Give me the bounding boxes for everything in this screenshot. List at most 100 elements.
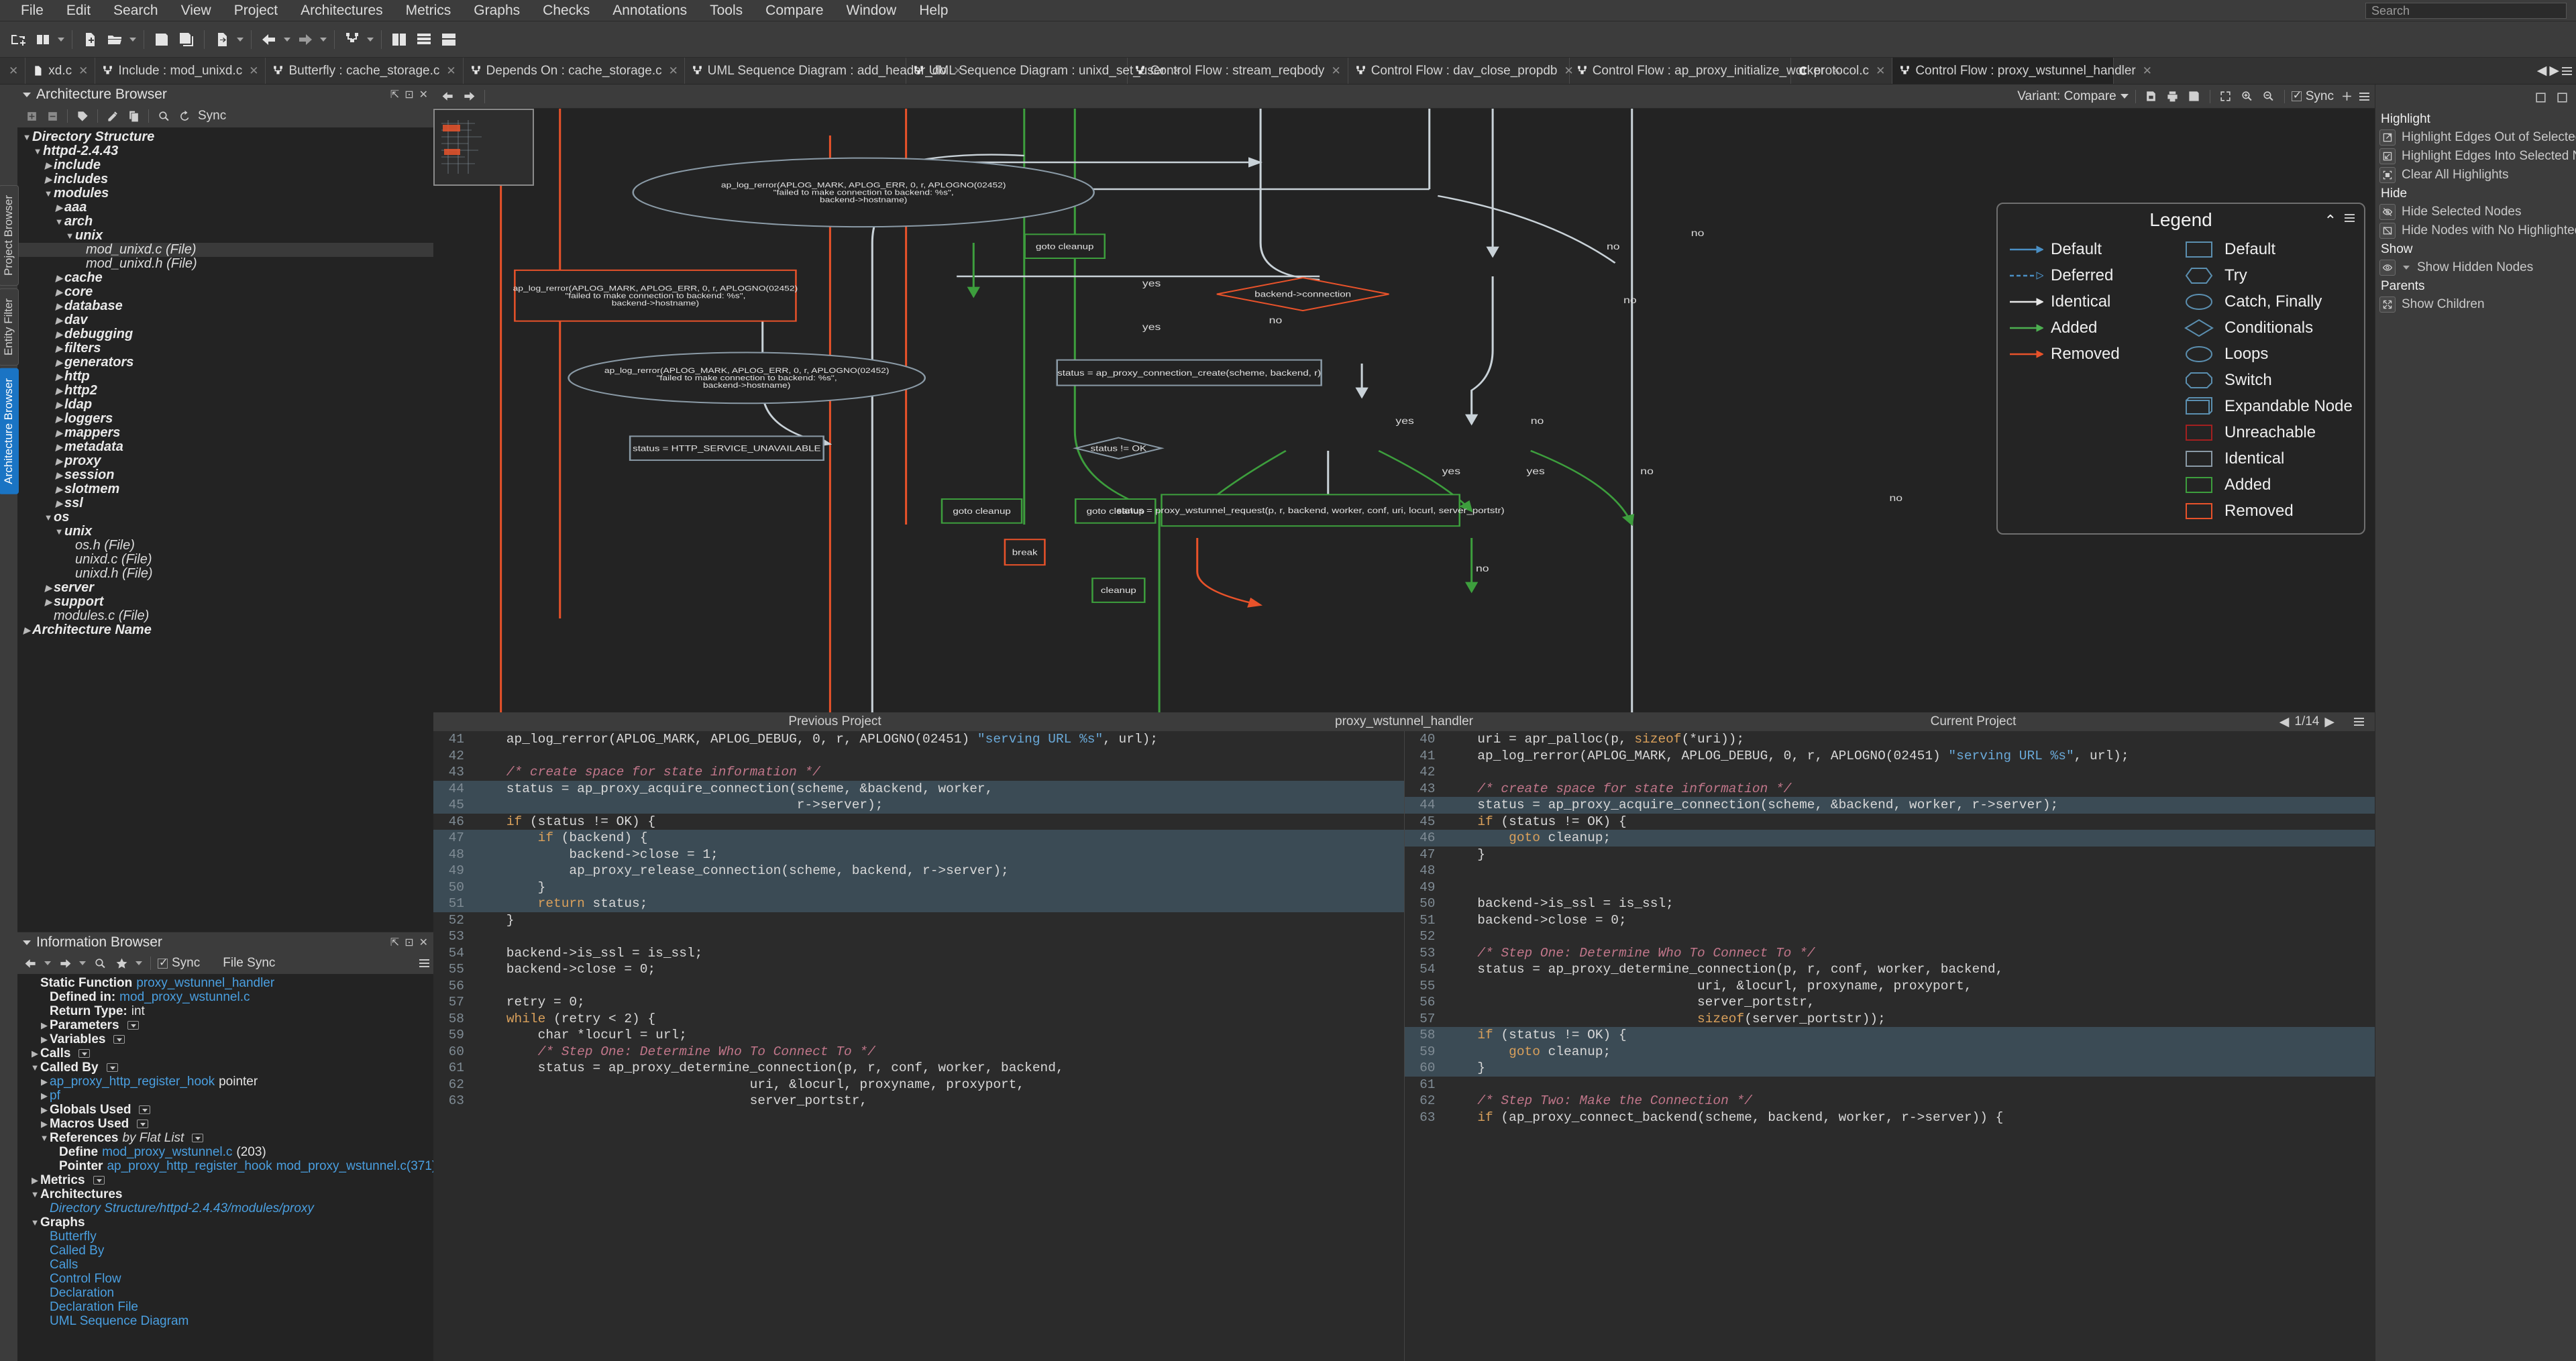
control-flow-graph-canvas[interactable]: ap_log_rerror(APLOG_MARK, APLOG_ERR, 0, … — [433, 109, 2375, 712]
arch-tree-node[interactable]: ▼os — [17, 510, 433, 525]
arch-tree-node[interactable]: ▶proxy — [17, 454, 433, 468]
info-tree-node[interactable]: ▼Architectures — [17, 1187, 433, 1201]
new-file-icon[interactable] — [78, 28, 101, 51]
code-line[interactable]: 58 if (status != OK) { — [1405, 1027, 2375, 1044]
panel-close-icon[interactable]: ✕ — [419, 936, 428, 949]
sidebar-action-clear-highlight[interactable]: Clear All Highlights — [2375, 166, 2576, 184]
arch-tree-node[interactable]: ▶mappers — [17, 426, 433, 440]
open-book-icon[interactable] — [32, 28, 54, 51]
chevron-right-icon[interactable]: ▶ — [54, 456, 64, 467]
menu-compare[interactable]: Compare — [754, 0, 835, 21]
collapse-all-icon[interactable] — [44, 107, 61, 125]
dropdown-icon[interactable] — [192, 1134, 203, 1142]
chevron-down-icon[interactable]: ▼ — [43, 512, 54, 523]
rail-tab-entity-filter[interactable]: Entity Filter — [0, 288, 19, 366]
arch-tree-node[interactable]: ▶loggers — [17, 412, 433, 426]
chevron-right-icon[interactable]: ▶ — [39, 1119, 50, 1130]
tab-8[interactable]: Control Flow : ap_proxy_initialize_worke… — [1570, 58, 1791, 84]
menu-annotations[interactable]: Annotations — [601, 0, 698, 21]
info-node-link[interactable]: Control Flow — [50, 1272, 121, 1287]
information-browser-tree[interactable]: Static Functionproxy_wstunnel_handlerDef… — [17, 974, 433, 1361]
code-line[interactable]: 50 backend->is_ssl = is_ssl; — [1405, 895, 2375, 912]
code-line[interactable]: 55 backend->close = 0; — [433, 961, 1404, 978]
code-line[interactable]: 49 — [1405, 879, 2375, 896]
list-view-icon[interactable] — [413, 28, 435, 51]
chevron-right-icon[interactable]: ▶ — [30, 1048, 40, 1059]
chevron-right-icon[interactable]: ▶ — [43, 583, 54, 594]
info-node-link[interactable]: mod_proxy_wstunnel.c — [102, 1145, 232, 1160]
sidebar-tool-a-icon[interactable] — [2532, 89, 2549, 106]
tab-3[interactable]: Depends On : cache_storage.c✕ — [464, 58, 685, 84]
nav-back-caret-icon[interactable] — [43, 952, 52, 975]
variant-chevron-icon[interactable] — [2121, 94, 2129, 99]
search-icon[interactable] — [155, 107, 172, 125]
arch-tree-node[interactable]: mod_unixd.h (File) — [17, 257, 433, 271]
graph-variant-label[interactable]: Variant: Compare — [2017, 89, 2116, 104]
sync-checkbox[interactable] — [158, 959, 168, 969]
chevron-right-icon[interactable]: ▶ — [39, 1077, 50, 1087]
info-tree-node[interactable]: Called By — [17, 1244, 433, 1258]
zoom-fit-icon[interactable] — [2217, 88, 2235, 105]
dropdown-icon[interactable] — [127, 1021, 139, 1030]
graph-add-icon[interactable] — [2338, 88, 2355, 105]
chevron-right-icon[interactable]: ▶ — [54, 287, 64, 298]
info-tree-node[interactable]: Directory Structure/httpd-2.4.43/modules… — [17, 1201, 433, 1215]
code-line[interactable]: 61 status = ap_proxy_determine_connectio… — [433, 1060, 1404, 1077]
tab-9[interactable]: protocol.c✕ — [1791, 58, 1893, 84]
code-line[interactable]: 52 — [1405, 928, 2375, 945]
panel-close-icon[interactable]: ✕ — [419, 88, 428, 101]
graph-minimap[interactable] — [433, 109, 534, 186]
arch-tree-node[interactable]: ▼arch — [17, 215, 433, 229]
graph-icon[interactable] — [341, 28, 364, 51]
chevron-right-icon[interactable]: ▶ — [54, 301, 64, 312]
graph-sync-checkbox[interactable] — [2292, 91, 2302, 101]
save-icon[interactable] — [150, 28, 173, 51]
chevron-right-icon[interactable]: ▶ — [54, 484, 64, 495]
chevron-right-icon[interactable]: ▶ — [54, 498, 64, 509]
tab-4[interactable]: UML Sequence Diagram : add_header_do✕ — [685, 58, 906, 84]
info-node-link[interactable]: Directory Structure/httpd-2.4.43/modules… — [50, 1201, 314, 1216]
file-sync-label[interactable]: File Sync — [223, 956, 275, 971]
graph-node[interactable]: ap_log_rerror(APLOG_MARK, APLOG_ERR, 0, … — [633, 158, 1094, 227]
arch-tree-node[interactable]: ▶slotmem — [17, 482, 433, 496]
graph-forward-icon[interactable] — [460, 88, 478, 105]
code-line[interactable]: 41 ap_log_rerror(APLOG_MARK, APLOG_DEBUG… — [433, 731, 1404, 748]
open-folder-caret-icon[interactable] — [128, 28, 138, 51]
arch-tree-node[interactable]: unixd.c (File) — [17, 553, 433, 567]
dropdown-icon[interactable] — [113, 1035, 125, 1044]
info-tree-node[interactable]: Return Type:int — [17, 1004, 433, 1018]
show-hidden-caret-icon[interactable] — [2402, 260, 2411, 275]
copy-icon[interactable] — [125, 107, 142, 125]
info-tree-node[interactable]: Defined in:mod_proxy_wstunnel.c — [17, 990, 433, 1004]
edit-pencil-icon[interactable] — [104, 107, 121, 125]
chevron-right-icon[interactable]: ▶ — [54, 203, 64, 213]
info-tree-node[interactable]: Pointerap_proxy_http_register_hookmod_pr… — [17, 1159, 433, 1173]
code-line[interactable]: 43 /* create space for state information… — [433, 764, 1404, 781]
search-icon[interactable] — [91, 955, 109, 972]
dropdown-icon[interactable] — [107, 1063, 118, 1072]
arch-tree-node[interactable]: ▼unix — [17, 525, 433, 539]
back-arrow-icon[interactable] — [258, 28, 280, 51]
code-line[interactable]: 48 — [1405, 863, 2375, 879]
diff-menu-icon[interactable] — [2354, 716, 2364, 728]
architecture-sync-label[interactable]: Sync — [198, 109, 226, 123]
info-tree-node[interactable]: UML Sequence Diagram — [17, 1314, 433, 1328]
tab-close-icon[interactable]: ✕ — [446, 64, 455, 78]
code-line[interactable]: 40 uri = apr_palloc(p, sizeof(*uri)); — [1405, 731, 2375, 748]
chevron-right-icon[interactable]: ▶ — [21, 625, 32, 636]
diff-next-change-icon[interactable]: ▶ — [2324, 714, 2334, 730]
arch-tree-node[interactable]: ▶http — [17, 370, 433, 384]
code-line[interactable]: 53 /* Step One: Determine Who To Connect… — [1405, 945, 2375, 962]
arch-tree-node[interactable]: ▼unix — [17, 229, 433, 243]
diff-prev-change-icon[interactable]: ◀ — [2279, 714, 2290, 730]
legend-menu-icon[interactable] — [2345, 212, 2355, 229]
menu-search[interactable]: Search — [102, 0, 170, 21]
code-line[interactable]: 47 if (backend) { — [433, 830, 1404, 847]
menu-metrics[interactable]: Metrics — [394, 0, 463, 21]
forward-caret-icon[interactable] — [319, 28, 328, 51]
panel-float-icon[interactable]: ⇱ — [390, 88, 399, 101]
sidebar-action-expand[interactable]: Show Children — [2375, 295, 2576, 314]
info-node-link[interactable]: Declaration — [50, 1286, 114, 1301]
legend-panel[interactable]: Legend ⌃ DefaultDeferredIdenticalAddedRe… — [1996, 203, 2365, 535]
chevron-down-icon[interactable]: ▼ — [30, 1217, 40, 1228]
